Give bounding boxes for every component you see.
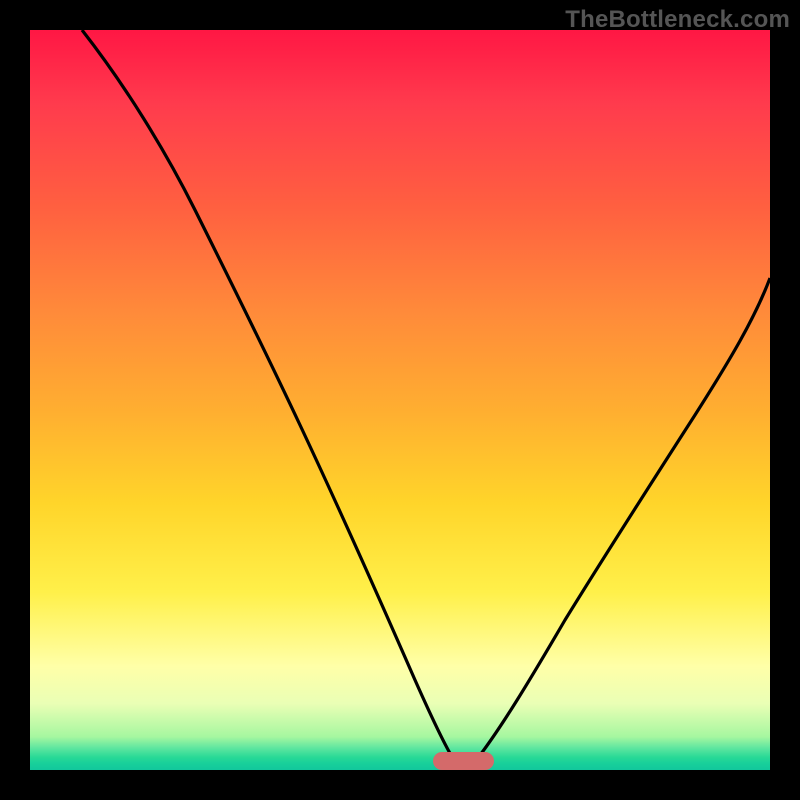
curve-left-branch [82, 30, 456, 763]
curve-right-branch [474, 278, 770, 763]
bottleneck-curve [30, 30, 770, 770]
chart-frame: TheBottleneck.com [0, 0, 800, 800]
plot-area [30, 30, 770, 770]
optimal-range-marker [433, 752, 494, 770]
watermark-text: TheBottleneck.com [565, 6, 790, 34]
